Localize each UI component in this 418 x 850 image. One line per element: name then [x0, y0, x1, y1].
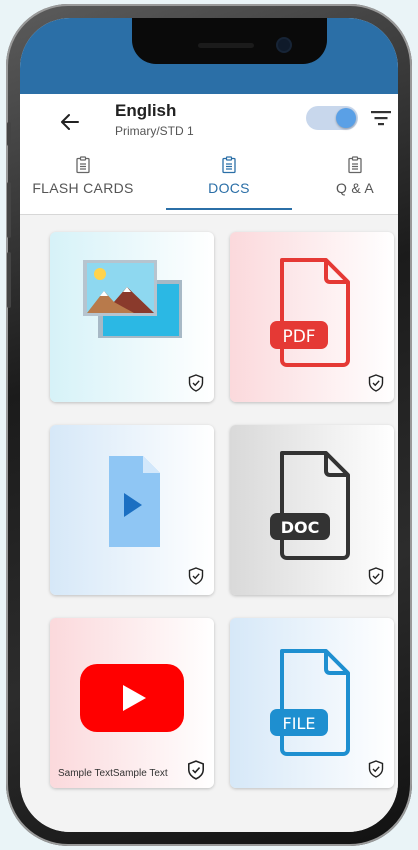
- view-toggle[interactable]: [306, 106, 358, 130]
- clipboard-icon: [76, 156, 90, 174]
- toggle-knob: [336, 108, 356, 128]
- shield-check-icon: [188, 567, 204, 585]
- camera: [278, 39, 290, 51]
- side-button: [7, 252, 11, 308]
- shield-check-icon: [368, 567, 384, 585]
- tab-label: DOCS: [208, 180, 250, 196]
- notch: [132, 18, 327, 64]
- doc-badge: DOC: [281, 518, 320, 537]
- app-header: English Primary/STD 1: [20, 94, 398, 150]
- pdf-badge: PDF: [282, 327, 315, 347]
- tab-q-and-a[interactable]: Q & A: [292, 150, 398, 214]
- docs-grid: PDF DOC Sample TextSample Text FILE: [20, 215, 398, 832]
- filter-icon[interactable]: [370, 108, 392, 128]
- doc-card-doc[interactable]: DOC: [230, 425, 394, 595]
- tab-bar: FLASH CARDS DOCS Q & A: [20, 150, 398, 215]
- phone-frame: English Primary/STD 1 FLASH CARDS DOCS Q…: [6, 4, 412, 846]
- tab-docs[interactable]: DOCS: [166, 150, 292, 214]
- tab-label: Q & A: [335, 180, 375, 196]
- side-button: [7, 122, 11, 146]
- file-badge: FILE: [283, 714, 316, 733]
- doc-card-file[interactable]: FILE: [230, 618, 394, 788]
- shield-check-icon: [188, 760, 204, 780]
- doc-card-youtube[interactable]: Sample TextSample Text: [50, 618, 214, 788]
- shield-check-icon: [368, 374, 384, 392]
- clipboard-icon: [348, 156, 362, 174]
- back-arrow-icon[interactable]: [58, 110, 82, 134]
- clipboard-icon: [222, 156, 236, 174]
- active-tab-indicator: [166, 208, 292, 210]
- side-button: [7, 182, 11, 238]
- page-title: English: [115, 101, 177, 120]
- speaker: [198, 43, 254, 48]
- tab-flash-cards[interactable]: FLASH CARDS: [20, 150, 146, 214]
- card-caption: Sample TextSample Text: [58, 768, 168, 779]
- shield-check-icon: [188, 374, 204, 392]
- doc-card-pdf[interactable]: PDF: [230, 232, 394, 402]
- tab-label: FLASH CARDS: [32, 180, 134, 196]
- app-screen: English Primary/STD 1 FLASH CARDS DOCS Q…: [20, 18, 398, 832]
- page-subtitle: Primary/STD 1: [115, 124, 194, 138]
- doc-card-image[interactable]: [50, 232, 214, 402]
- doc-card-video[interactable]: [50, 425, 214, 595]
- shield-check-icon: [368, 760, 384, 778]
